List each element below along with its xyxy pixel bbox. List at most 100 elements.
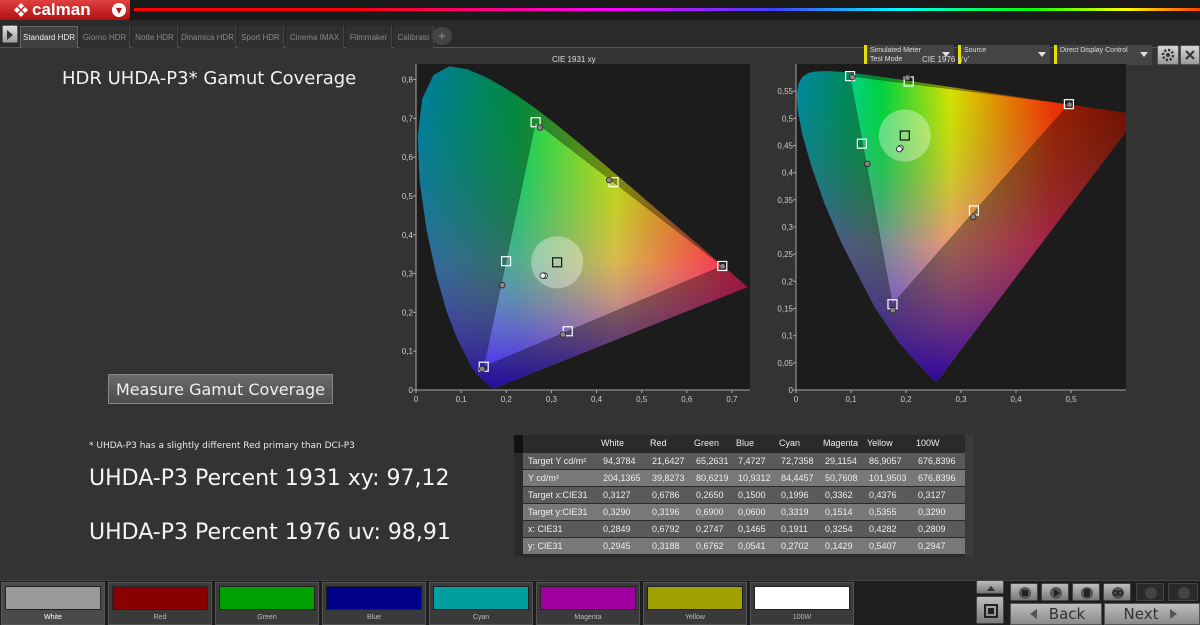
table-row: Y cd/m² 204,1365 39,8273 80,6219 10,9312 84,4…	[523, 470, 965, 486]
footnote: * UHDA-P3 has a slightly different Red p…	[89, 441, 355, 451]
cie1931-x-tick-label: 0,7	[726, 395, 738, 404]
app-logo[interactable]: calman ▼	[0, 0, 130, 20]
color-patch-green[interactable]: Green	[215, 582, 319, 625]
cie1931-chart-title: CIE 1931 xy	[552, 55, 596, 64]
tab-giorno-hdr[interactable]: Giorno HDR	[80, 26, 130, 48]
cie1976-y-tick-label: 0,25	[777, 250, 793, 259]
cie1976-y-tick-label: 0,35	[777, 196, 793, 205]
table-cell: 0,6786	[652, 490, 680, 500]
cie1976-y-tick-label: 0,15	[777, 305, 793, 314]
cie1931-x-tick-label: 0,6	[681, 395, 693, 404]
chevron-down-icon	[1038, 52, 1046, 57]
table-cell: 50,7608	[825, 473, 858, 483]
measurement-table: White Red Green Blue Cyan Magenta Yellow 100W Ta…	[514, 435, 974, 557]
help-icon	[1145, 587, 1157, 599]
play-icon	[1050, 587, 1062, 599]
tab-filmmaker[interactable]: Filmmaker	[346, 26, 392, 48]
table-cell: 676,8396	[918, 456, 956, 466]
play-button[interactable]	[1041, 583, 1069, 601]
cie1931-measured-point	[559, 331, 567, 338]
color-patch-100w[interactable]: 100W	[750, 582, 854, 625]
tab-standard-hdr[interactable]: Standard HDR	[20, 26, 78, 48]
table-row-label: Y cd/m²	[528, 473, 559, 483]
table-cell: 0,3188	[652, 541, 680, 551]
cie1976-measured-point	[889, 307, 896, 314]
page-title: HDR UHDA-P3* Gamut Coverage	[62, 68, 357, 89]
cie1976-x-tick-label: 0,2	[900, 395, 912, 404]
save-button[interactable]	[1072, 583, 1100, 601]
cie1931-x-tick-label: 0,2	[501, 395, 513, 404]
cie1931-y-tick-label: 0,1	[402, 347, 414, 356]
tab-scroll-button[interactable]	[2, 25, 18, 43]
cie1976-measured-point	[864, 160, 871, 168]
cie1931-measured-point	[719, 263, 726, 270]
cie1976-y-tick-label: 0,5	[782, 114, 794, 123]
color-patch-swatch	[540, 586, 636, 610]
back-button[interactable]: Back	[1010, 603, 1102, 625]
rainbow-stripe	[134, 8, 1200, 11]
eye-icon	[1178, 587, 1190, 599]
next-button[interactable]: Next	[1104, 603, 1200, 625]
close-button[interactable]	[1180, 45, 1200, 65]
cie1931-x-tick-label: 0,3	[546, 395, 558, 404]
display-selector[interactable]: Direct Display Control	[1054, 45, 1152, 65]
cie1976-measured-point	[849, 74, 856, 81]
meter-label: Simulated Meter	[870, 47, 921, 54]
help-button[interactable]	[1136, 583, 1164, 601]
percent-1976-readout: UHDA-P3 Percent 1976 uv: 98,91	[89, 520, 451, 545]
cie1976-y-tick-label: 0,45	[777, 142, 793, 151]
stop-button[interactable]	[976, 596, 1004, 624]
color-patch-cyan[interactable]: Cyan	[429, 582, 533, 625]
tab-sport-hdr[interactable]: Sport HDR	[238, 26, 284, 48]
tab-cinema-imax[interactable]: Cinema IMAX	[286, 26, 344, 48]
cie1976-chart: 0 0,1 0,2 0,3 0,4 0,5 0 0,05 0,1 0,15 0,2 0,25 0,3 0,…	[777, 64, 1126, 404]
source-label: Source	[964, 47, 987, 54]
table-cell: 0,5355	[869, 507, 897, 517]
tab-notte-hdr[interactable]: Notte HDR	[132, 26, 178, 48]
table-cell: 0,0541	[738, 541, 766, 551]
table-cell: 0,3362	[825, 490, 853, 500]
cie1931-y-tick-label: 0,3	[402, 270, 414, 279]
tab-dinamica-hdr[interactable]: Dinamica HDR	[180, 26, 236, 48]
color-patch-label: Yellow	[685, 614, 705, 621]
app-menu-chevron-icon[interactable]: ▼	[112, 3, 126, 17]
eject-button[interactable]	[976, 580, 1004, 594]
source-selector[interactable]: Source	[958, 45, 1050, 65]
next-arrow-icon	[1170, 609, 1178, 619]
cie1976-y-tick-label: 0,1	[782, 332, 794, 341]
cie1931-y-tick-label: 0,6	[402, 153, 414, 162]
color-patch-label: Red	[153, 614, 167, 621]
cie1976-y-tick-label: 0,05	[777, 359, 793, 368]
stop-small-button[interactable]	[1010, 583, 1038, 601]
color-patch-label: Blue	[366, 614, 381, 621]
cie1931-x-tick-label: 0,4	[591, 395, 603, 404]
settings-button[interactable]	[1157, 45, 1179, 65]
color-patch-red[interactable]: Red	[108, 582, 212, 625]
percent-1931-readout: UHDA-P3 Percent 1931 xy: 97,12	[89, 466, 450, 491]
table-cell: 0,3254	[825, 524, 853, 534]
table-header: Blue	[736, 438, 755, 448]
table-scrollbar[interactable]	[965, 435, 974, 557]
hide-button[interactable]	[1168, 583, 1198, 601]
table-header: Yellow	[867, 438, 893, 448]
cie1976-x-tick-label: 0,5	[1065, 395, 1077, 404]
cie1976-y-tick-label: 0,4	[782, 169, 794, 178]
table-cell: 72,7358	[781, 456, 814, 466]
add-tab-icon[interactable]: +	[432, 27, 452, 45]
cie1931-measured-point	[539, 272, 546, 279]
color-patch-yellow[interactable]: Yellow	[643, 582, 747, 625]
table-header: Magenta	[823, 438, 859, 448]
color-patch-blue[interactable]: Blue	[322, 582, 426, 625]
tab-calibrato[interactable]: Calibrato	[394, 26, 434, 48]
table-cell: 0,2702	[781, 541, 809, 551]
table-row-label: Target Y cd/m²	[528, 456, 587, 466]
table-cell: 101,9503	[869, 473, 907, 483]
cie1976-y-tick-label: 0	[789, 386, 794, 395]
measure-gamut-button[interactable]: Measure Gamut Coverage	[108, 374, 333, 404]
loop-button[interactable]	[1103, 583, 1131, 601]
color-patch-white[interactable]: White	[1, 582, 105, 625]
table-header: White	[601, 438, 625, 448]
cie1931-y-tick-label: 0	[409, 386, 414, 395]
color-patch-magenta[interactable]: Magenta	[536, 582, 640, 625]
save-icon	[1081, 587, 1093, 599]
